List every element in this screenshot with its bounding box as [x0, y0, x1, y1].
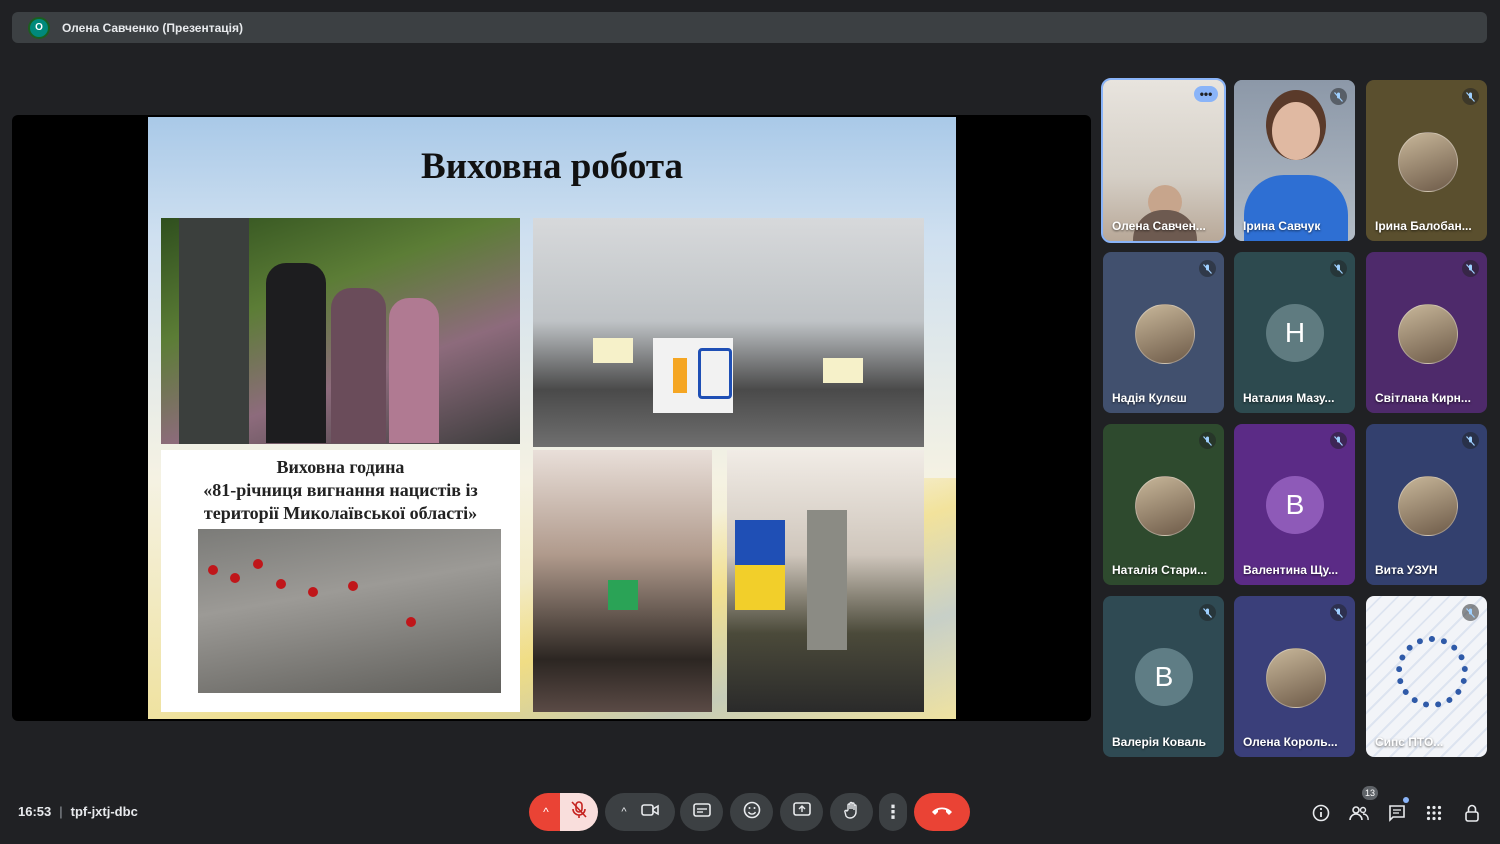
- activities-grid-icon[interactable]: [1422, 801, 1446, 825]
- present-screen-button[interactable]: [780, 793, 823, 831]
- mic-off-icon: [1462, 88, 1479, 105]
- participant-tile[interactable]: Ірина Савчук: [1234, 80, 1355, 241]
- presenter-label: Олена Савченко (Презентація): [62, 20, 243, 35]
- meeting-time: 16:53: [18, 804, 52, 819]
- reactions-button[interactable]: [730, 793, 773, 831]
- mic-off-icon: [571, 800, 587, 824]
- mic-off-icon: [1330, 604, 1347, 621]
- participant-avatar: В: [1135, 648, 1193, 706]
- slide-photo-rally: [533, 218, 924, 447]
- hang-up-icon: [931, 803, 953, 821]
- participant-avatar: [1398, 476, 1458, 536]
- people-icon[interactable]: [1347, 801, 1371, 825]
- participant-name: Вита УЗУН: [1375, 563, 1438, 577]
- participant-name: Сипс ПТО...: [1375, 735, 1444, 749]
- slide-photo-memorial: [161, 218, 520, 444]
- pattern-logo-icon: [1396, 636, 1468, 708]
- chat-unread-dot: [1403, 797, 1409, 803]
- participant-name: Ірина Савчук: [1243, 219, 1321, 233]
- participant-avatar: [1266, 648, 1326, 708]
- camera-toggle-button[interactable]: ^: [605, 793, 675, 831]
- host-controls-lock-icon[interactable]: [1460, 801, 1484, 825]
- participant-tile[interactable]: Н Наталия Мазу...: [1234, 252, 1355, 413]
- participant-name: Ірина Балобан...: [1375, 219, 1472, 233]
- participant-tile[interactable]: Ірина Балобан...: [1366, 80, 1487, 241]
- mic-off-icon: [1330, 88, 1347, 105]
- slide-photo-students-box: [533, 450, 712, 712]
- mic-off-icon: [1462, 604, 1479, 621]
- participant-tile[interactable]: В Валентина Щу...: [1234, 424, 1355, 585]
- leave-call-button[interactable]: [914, 793, 970, 831]
- participant-avatar: [1398, 132, 1458, 192]
- participant-name: Валентина Щу...: [1243, 563, 1339, 577]
- meeting-details-icon[interactable]: [1309, 801, 1333, 825]
- slide-panel-caption: Виховна година «81-річниця вигнання наци…: [161, 456, 520, 525]
- caption-line-2: «81-річниця вигнання нацистів із: [203, 480, 478, 500]
- participant-count-badge: 13: [1362, 786, 1378, 800]
- caption-line-3: території Миколаївської області»: [203, 503, 478, 523]
- meeting-info: 16:53 | tpf-jxtj-dbc: [18, 804, 138, 819]
- mic-off-icon: [1199, 604, 1216, 621]
- chevron-up-icon: ^: [543, 805, 549, 819]
- chevron-up-icon: ^: [621, 806, 627, 818]
- raise-hand-button[interactable]: [830, 793, 873, 831]
- participant-avatar: [1135, 476, 1195, 536]
- meeting-code: tpf-jxtj-dbc: [70, 804, 138, 819]
- participant-name: Олена Савчен...: [1112, 219, 1206, 233]
- slide-photo-flowers: [198, 529, 501, 693]
- mic-toggle-button[interactable]: [560, 793, 598, 831]
- caption-line-1: Виховна година: [276, 457, 405, 477]
- chat-icon[interactable]: [1385, 801, 1409, 825]
- mic-options-button[interactable]: ^: [529, 793, 563, 831]
- participant-tile[interactable]: Світлана Кирн...: [1366, 252, 1487, 413]
- participant-tile[interactable]: Сипс ПТО...: [1366, 596, 1487, 757]
- participant-tile[interactable]: Наталія Стари...: [1103, 424, 1224, 585]
- mic-off-icon: [1330, 432, 1347, 449]
- more-options-icon[interactable]: •••: [1194, 86, 1218, 102]
- participant-avatar: [1135, 304, 1195, 364]
- participant-name: Наталия Мазу...: [1243, 391, 1335, 405]
- participant-avatar: В: [1266, 476, 1324, 534]
- mic-off-icon: [1330, 260, 1347, 277]
- mic-off-icon: [1199, 260, 1216, 277]
- hand-icon: [843, 801, 860, 824]
- mic-off-icon: [1462, 260, 1479, 277]
- camera-icon: [640, 803, 659, 822]
- slide-photo-corridor: [727, 450, 924, 712]
- more-vert-icon: ⋮: [884, 801, 902, 822]
- participant-name: Олена Король...: [1243, 735, 1338, 749]
- captions-icon: [692, 802, 711, 822]
- participant-name: Надія Кулєш: [1112, 391, 1187, 405]
- participant-name: Наталія Стари...: [1112, 563, 1208, 577]
- participant-tile[interactable]: В Валерія Коваль: [1103, 596, 1224, 757]
- presenter-bar: О Олена Савченко (Презентація): [12, 12, 1487, 43]
- emoji-icon: [743, 801, 761, 824]
- mic-off-icon: [1199, 432, 1216, 449]
- participant-tile[interactable]: Олена Король...: [1234, 596, 1355, 757]
- slide-panel-remembrance: Виховна година «81-річниця вигнання наци…: [161, 450, 520, 712]
- participant-name: Валерія Коваль: [1112, 735, 1207, 749]
- presentation-stage: Виховна робота Виховна година «81-річниц…: [12, 115, 1091, 721]
- captions-button[interactable]: [680, 793, 723, 831]
- participant-name: Світлана Кирн...: [1375, 391, 1471, 405]
- participant-avatar: Н: [1266, 304, 1324, 362]
- mic-off-icon: [1462, 432, 1479, 449]
- presenter-avatar: О: [28, 16, 50, 39]
- present-icon: [792, 801, 811, 823]
- participant-tile[interactable]: Вита УЗУН: [1366, 424, 1487, 585]
- participant-tile[interactable]: ••• Олена Савчен...: [1101, 78, 1226, 243]
- participant-avatar: [1398, 304, 1458, 364]
- presentation-slide: Виховна робота Виховна година «81-річниц…: [148, 117, 956, 719]
- participant-tile[interactable]: Надія Кулєш: [1103, 252, 1224, 413]
- more-options-button[interactable]: ⋮: [879, 793, 907, 831]
- slide-title: Виховна робота: [421, 146, 683, 187]
